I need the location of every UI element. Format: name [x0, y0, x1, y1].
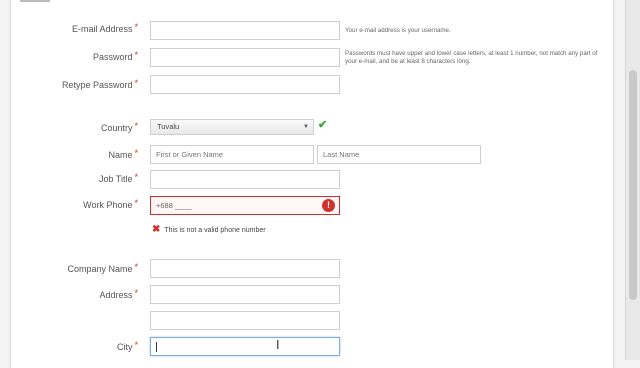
address-line1-field[interactable] [150, 285, 340, 304]
chevron-down-icon: ▼ [303, 124, 309, 130]
text-caret [156, 342, 157, 353]
password-hint: Passwords must have upper and lower case… [345, 50, 598, 65]
error-icon: ! [322, 199, 335, 212]
work-phone-value: +688 ____ [156, 201, 192, 210]
phone-error-message: ✖ This is not a valid phone number [152, 224, 266, 235]
check-icon: ✔ [318, 119, 328, 131]
city-label: City * [116, 340, 138, 352]
country-selected-value: Tuvalu [157, 122, 180, 131]
password-field[interactable] [150, 48, 340, 67]
name-label: Name * [108, 148, 138, 160]
text-cursor-icon: I [276, 338, 280, 352]
email-label: E-mail Address * [71, 22, 138, 34]
required-marker: * [134, 22, 138, 32]
company-name-label: Company Name * [67, 262, 138, 274]
retype-password-field[interactable] [150, 75, 340, 94]
work-phone-field[interactable]: +688 ____ ! [150, 196, 340, 215]
vertical-scrollbar[interactable] [625, 0, 640, 360]
work-phone-label: Work Phone * [83, 198, 138, 210]
address-label: Address * [99, 288, 138, 300]
city-field[interactable] [150, 337, 340, 356]
country-select[interactable]: Tuvalu ▼ [150, 119, 314, 135]
first-name-field[interactable] [150, 145, 314, 164]
retype-password-label: Retype Password * [61, 78, 138, 90]
job-title-field[interactable] [150, 170, 340, 189]
company-name-field[interactable] [150, 259, 340, 278]
scrollbar-thumb[interactable] [629, 70, 637, 300]
country-label: Country * [100, 121, 138, 133]
header-divider [20, 0, 50, 2]
job-title-label: Job Title * [98, 172, 138, 184]
close-x-icon: ✖ [152, 224, 161, 235]
last-name-field[interactable] [317, 145, 481, 164]
password-label: Password * [92, 50, 138, 62]
email-hint: Your e-mail address is your username. [345, 27, 451, 34]
address-line2-field[interactable] [150, 311, 340, 330]
email-field[interactable] [150, 21, 340, 40]
